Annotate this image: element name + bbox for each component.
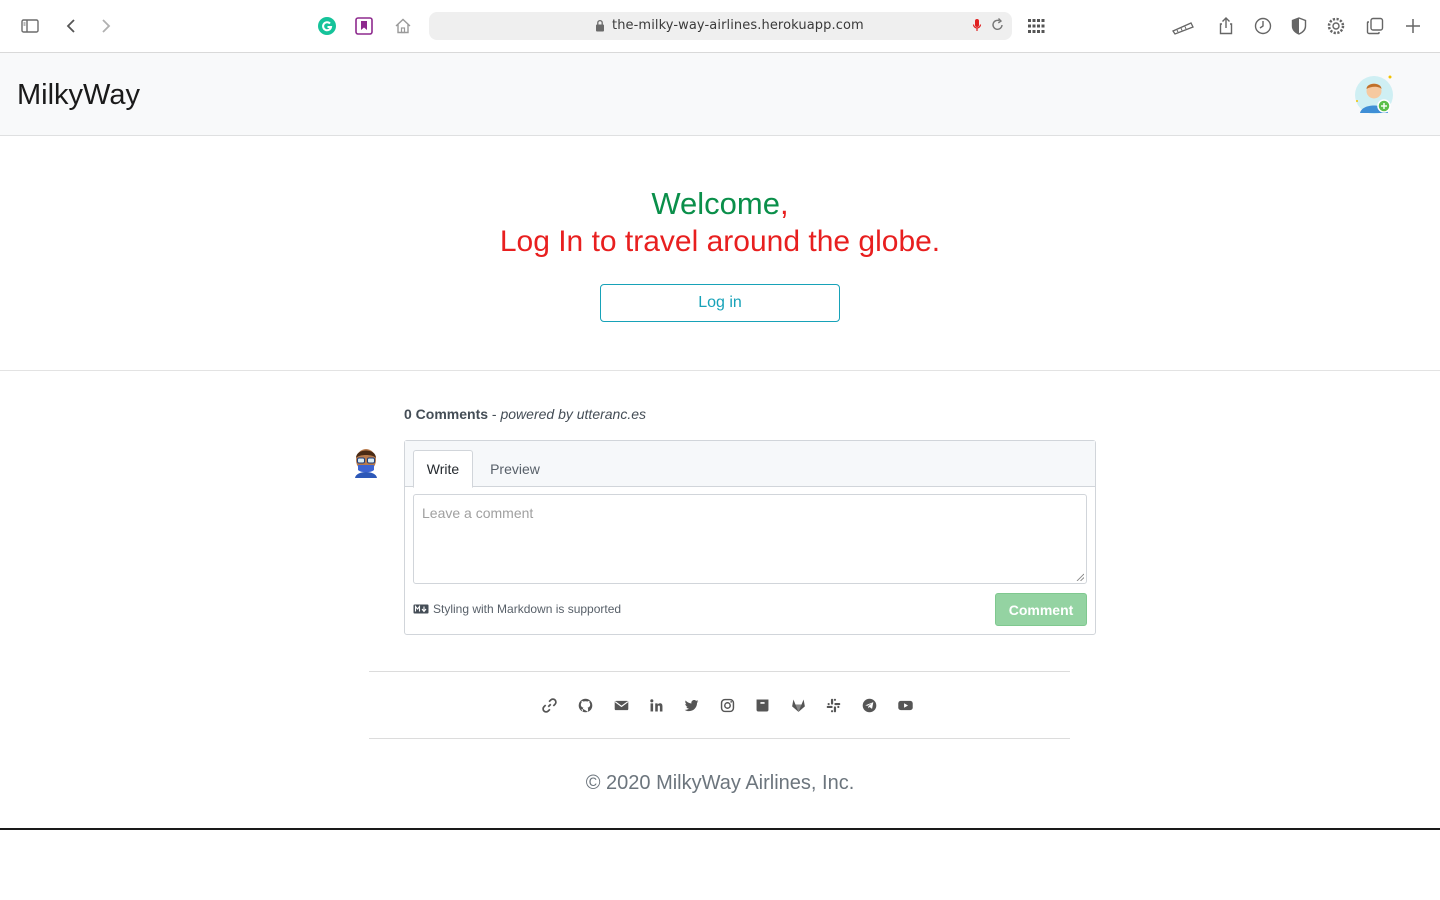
url-text: the-milky-way-airlines.herokuapp.com	[612, 18, 864, 33]
commenter-avatar-icon	[353, 446, 379, 478]
markdown-note-text[interactable]: Styling with Markdown is supported	[433, 602, 621, 616]
comments-separator: -	[488, 406, 501, 422]
brand-logo[interactable]: MilkyWay	[17, 79, 140, 112]
tab-write[interactable]: Write	[413, 450, 473, 488]
welcome-heading: Welcome,	[0, 186, 1440, 222]
resize-handle-icon[interactable]	[1076, 573, 1084, 581]
comment-placeholder: Leave a comment	[422, 505, 534, 521]
login-button[interactable]: Log in	[600, 284, 840, 322]
tabs-overview-icon[interactable]	[1363, 14, 1387, 38]
telegram-icon[interactable]	[859, 695, 879, 715]
slack-icon[interactable]	[823, 695, 843, 715]
share-icon[interactable]	[1214, 14, 1238, 38]
privacy-shield-icon[interactable]	[1287, 14, 1311, 38]
markdown-icon	[413, 604, 429, 614]
archive-icon[interactable]	[752, 695, 772, 715]
sidebar-toggle-icon[interactable]	[18, 14, 42, 38]
address-bar[interactable]: the-milky-way-airlines.herokuapp.com	[429, 12, 1012, 40]
email-icon[interactable]	[611, 695, 631, 715]
comments-header: 0 Comments - powered by utteranc.es	[404, 406, 646, 422]
forward-icon[interactable]	[94, 14, 118, 38]
site-navbar: MilkyWay	[0, 52, 1440, 136]
login-tagline: Log In to travel around the globe.	[499, 225, 941, 258]
linkedin-icon[interactable]	[646, 695, 666, 715]
comment-textarea[interactable]: Leave a comment	[413, 494, 1087, 584]
apps-grid-icon[interactable]	[1024, 14, 1048, 38]
youtube-icon[interactable]	[895, 695, 915, 715]
copyright-text: © 2020 MilkyWay Airlines, Inc.	[585, 772, 855, 794]
settings-gear-icon[interactable]	[1324, 14, 1348, 38]
welcome-section: Welcome, Log In to travel around the glo…	[0, 136, 1440, 371]
comment-form: Write Preview Leave a comment Styling wi…	[404, 440, 1096, 635]
grammarly-icon[interactable]	[315, 14, 339, 38]
comment-submit-button[interactable]: Comment	[995, 593, 1087, 626]
new-tab-icon[interactable]	[1401, 14, 1425, 38]
github-icon[interactable]	[575, 695, 595, 715]
twitter-icon[interactable]	[681, 695, 701, 715]
back-icon[interactable]	[59, 14, 83, 38]
powered-by-link[interactable]: powered by utteranc.es	[500, 406, 646, 422]
footer-divider	[369, 671, 1070, 672]
reload-icon[interactable]	[991, 17, 1005, 37]
lock-icon	[595, 19, 605, 36]
browser-toolbar: the-milky-way-airlines.herokuapp.com	[0, 0, 1440, 52]
user-avatar-icon[interactable]	[1352, 73, 1396, 117]
ruler-icon[interactable]	[1171, 14, 1195, 38]
instagram-icon[interactable]	[717, 695, 737, 715]
history-icon[interactable]	[1251, 14, 1275, 38]
markdown-note: Styling with Markdown is supported	[413, 602, 621, 616]
welcome-comma: ,	[780, 186, 789, 221]
bookmark-extension-icon[interactable]	[352, 14, 376, 38]
tab-preview[interactable]: Preview	[483, 450, 547, 487]
link-icon[interactable]	[539, 695, 559, 715]
welcome-word: Welcome	[651, 186, 780, 221]
home-icon[interactable]	[391, 14, 415, 38]
footer-divider-bottom	[369, 738, 1070, 739]
page-bottom-border	[0, 828, 1440, 830]
gitlab-icon[interactable]	[788, 695, 808, 715]
comments-count: 0 Comments	[404, 406, 489, 422]
microphone-icon[interactable]	[972, 18, 982, 37]
comment-tabs: Write Preview	[405, 441, 1095, 488]
